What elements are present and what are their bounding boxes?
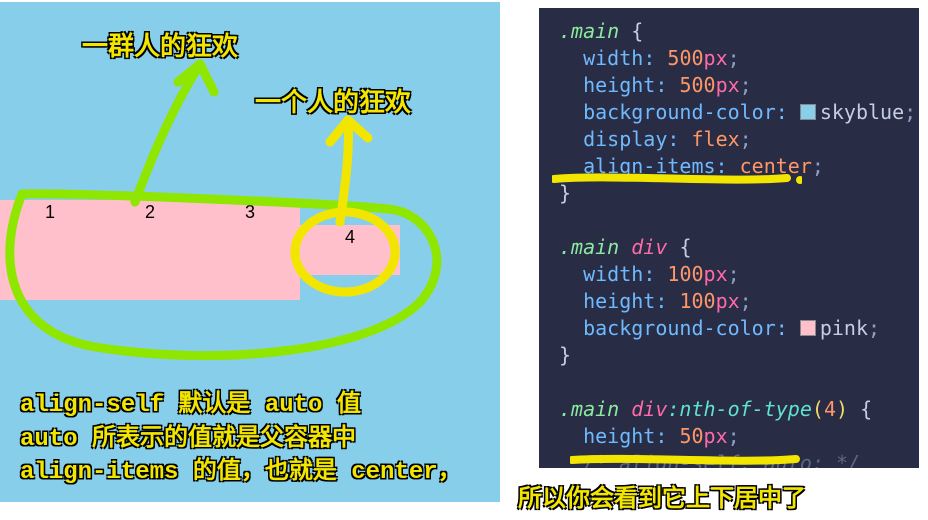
caption-line-1: align-self 默认是 auto 值 (20, 389, 462, 423)
caption-line-3b: 所以你会看到它上下居中了 (518, 478, 806, 514)
code-panel: .main { width: 500px; height: 500px; bac… (539, 8, 919, 468)
flex-item-2: 2 (100, 200, 200, 300)
flex-item-label: 1 (0, 200, 100, 223)
selector-main: .main (559, 19, 619, 43)
caption-line-3a: align-items 的值，也就是 center， (20, 456, 462, 490)
flex-item-3: 3 (200, 200, 300, 300)
flex-item-label: 4 (300, 225, 400, 248)
flex-demo-row: 1 2 3 4 (0, 200, 400, 300)
flex-item-label: 3 (200, 200, 300, 223)
annotation-group-label: 一群人的狂欢 (82, 26, 238, 63)
caption-block: align-self 默认是 auto 值 auto 所表示的值就是父容器中 a… (20, 389, 462, 490)
flex-item-4: 4 (300, 225, 400, 275)
left-illustration-panel: 1 2 3 4 一群人的狂欢 一个人的狂欢 align-self 默认是 aut… (0, 2, 500, 502)
flex-item-1: 1 (0, 200, 100, 300)
annotation-single-label: 一个人的狂欢 (255, 82, 411, 119)
flex-item-label: 2 (100, 200, 200, 223)
color-swatch-skyblue (800, 104, 816, 120)
caption-line-2: auto 所表示的值就是父容器中 (20, 423, 462, 457)
comment-align-self: /* align-self: auto; */ (583, 451, 860, 468)
color-swatch-pink (800, 320, 816, 336)
